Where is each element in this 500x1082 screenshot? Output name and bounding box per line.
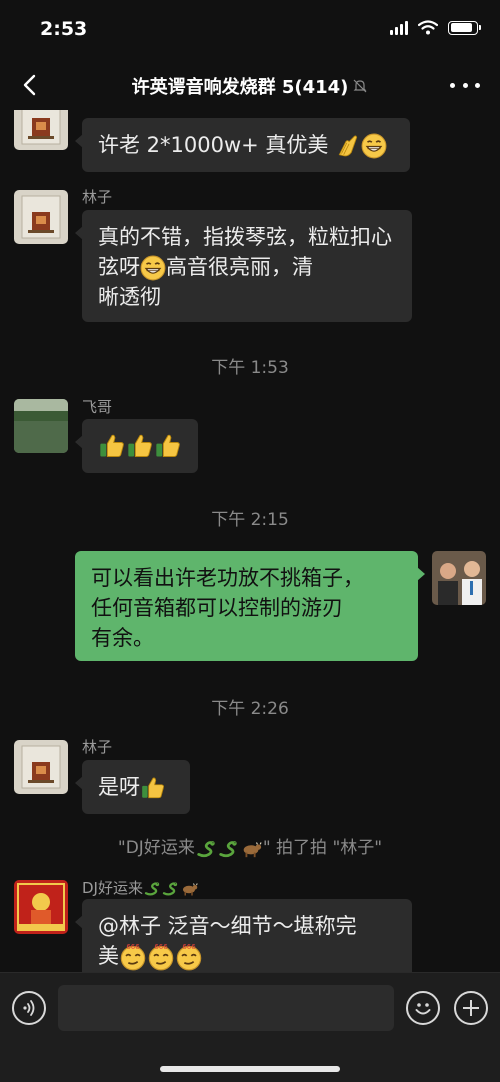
system-suffix: " 拍了拍 "林子": [262, 838, 383, 858]
snake-icon: [161, 879, 179, 897]
wifi-icon: [418, 20, 438, 35]
message-bubble[interactable]: 是呀: [75, 760, 190, 814]
message-line-2: 任何音箱都可以控制的游刃: [91, 596, 343, 620]
grin-icon: [361, 133, 387, 159]
thumbs-up-icon: [154, 432, 182, 460]
mute-bell-icon: [353, 79, 367, 93]
avatar-linzi[interactable]: [14, 190, 68, 244]
message-line-2: 美: [98, 944, 119, 968]
message-text-mid: 高音很亮丽，清: [166, 255, 313, 279]
message-input[interactable]: [58, 985, 394, 1031]
thumbs-up-icon: [126, 432, 154, 460]
grin-icon: [140, 255, 166, 281]
message-bubble[interactable]: [75, 419, 198, 473]
thumbs-up-icon: [98, 432, 126, 460]
message-line-1: @林子 泛音～细节～堪称完: [98, 914, 357, 938]
avatar-dj[interactable]: [14, 880, 68, 934]
timestamp: 下午 1:53: [211, 358, 289, 378]
thumbs-up-icon: [140, 775, 166, 801]
snake-icon: [143, 879, 161, 897]
message-text-end: 晰透彻: [98, 285, 161, 309]
plus-button[interactable]: [454, 991, 488, 1025]
battery-icon: [448, 20, 481, 35]
sender-name: DJ好运来: [82, 877, 199, 898]
status-icons: [390, 20, 481, 35]
ox-icon: [179, 879, 199, 897]
timestamp: 下午 2:26: [211, 699, 289, 719]
avatar-linzi[interactable]: [14, 110, 68, 150]
chat-title: 许英谔音响发烧群 5(414): [0, 73, 500, 99]
sender-name: 林子: [82, 738, 113, 756]
voice-button[interactable]: [12, 991, 46, 1025]
snake-icon: [217, 837, 239, 859]
ox-icon: [239, 837, 263, 859]
smirk-666-icon: [175, 943, 203, 971]
message-line-1: 可以看出许老功放不挑箱子，: [91, 566, 364, 590]
system-message: "DJ好运来 " 拍了拍 "林子": [0, 833, 500, 859]
smirk-666-icon: [147, 943, 175, 971]
emoji-icon: [415, 1003, 431, 1015]
message-line-3: 有余。: [91, 626, 154, 650]
home-indicator: [160, 1066, 340, 1072]
avatar-linzi[interactable]: [14, 740, 68, 794]
message-bubble[interactable]: @林子 泛音～细节～堪称完 美: [75, 899, 412, 972]
clap-icon: [335, 133, 361, 159]
avatar-feige[interactable]: [14, 399, 68, 453]
plus-icon: [463, 1000, 479, 1016]
sender-name: 飞哥: [82, 398, 113, 416]
snake-icon: [195, 837, 217, 859]
chat-area: 许老 2*1000w+ 真优美 林子 真的不错，指拨琴弦，粒粒扣心弦呀 高音很亮丽…: [0, 110, 500, 972]
input-bar: [0, 972, 500, 1082]
avatar-me[interactable]: [432, 551, 486, 605]
emoji-button[interactable]: [406, 991, 440, 1025]
message-bubble[interactable]: 真的不错，指拨琴弦，粒粒扣心弦呀 高音很亮丽，清 晰透彻: [75, 210, 412, 322]
signal-icon: [390, 20, 408, 35]
sender-name: 林子: [82, 188, 113, 206]
status-bar: 2:53: [0, 0, 500, 60]
message-text: 是呀: [98, 775, 140, 799]
timestamp: 下午 2:15: [211, 510, 289, 530]
status-time: 2:53: [40, 18, 88, 40]
chat-title-text: 许英谔音响发烧群 5(414): [131, 77, 349, 98]
message-bubble-mine[interactable]: 可以看出许老功放不挑箱子， 任何音箱都可以控制的游刃 有余。: [75, 551, 425, 661]
more-options-button[interactable]: [450, 75, 480, 95]
voice-icon: [23, 1000, 35, 1016]
nav-bar: 许英谔音响发烧群 5(414): [0, 60, 500, 110]
smirk-666-icon: [119, 943, 147, 971]
system-prefix: "DJ好运来: [117, 838, 195, 858]
message-text: 许老 2*1000w+ 真优美: [98, 133, 329, 157]
message-bubble[interactable]: 许老 2*1000w+ 真优美: [75, 118, 410, 172]
